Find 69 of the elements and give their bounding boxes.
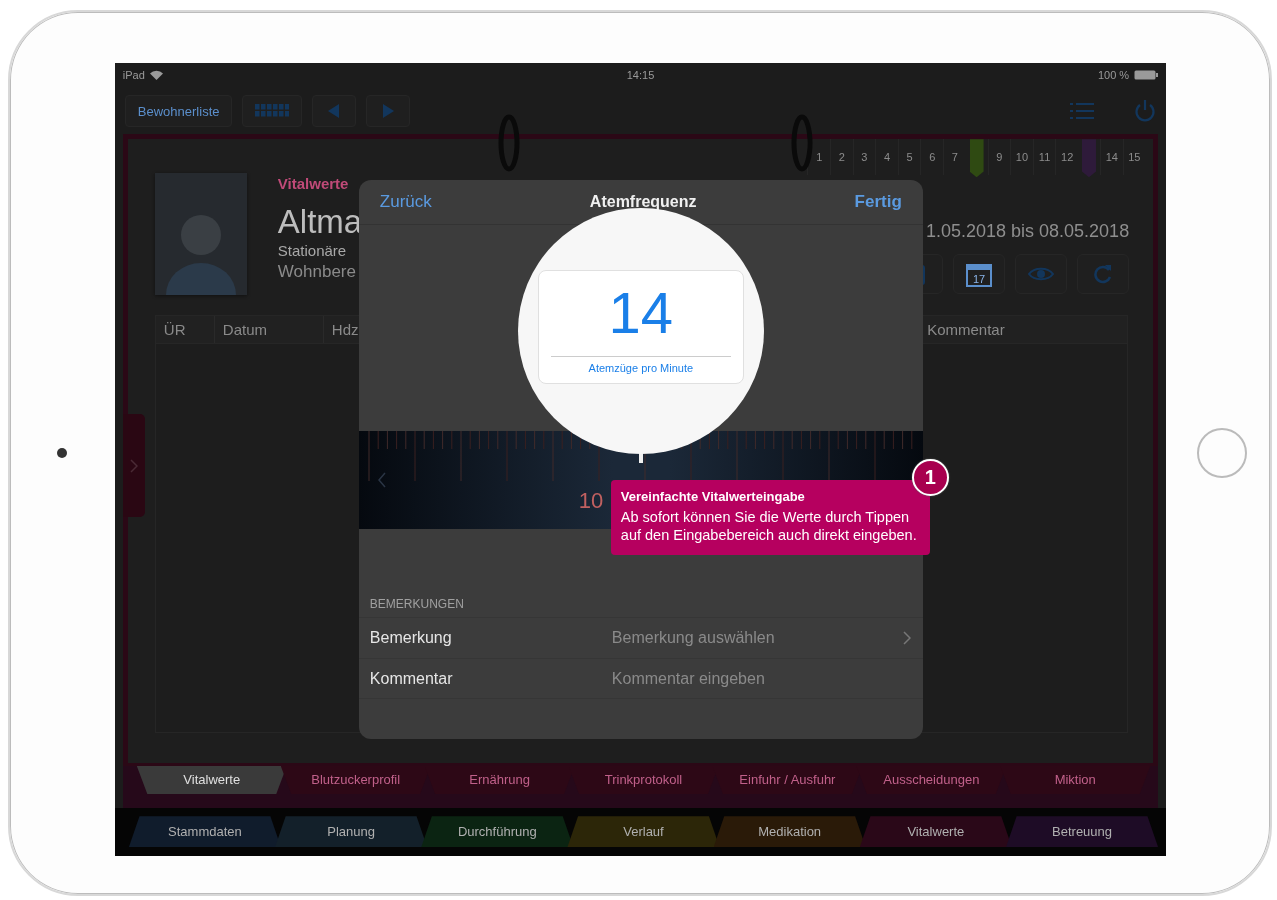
form-row[interactable]: Kommentar Kommentar eingeben — [358, 657, 923, 699]
done-link[interactable]: Fertig — [854, 192, 902, 213]
value-number: 14 — [608, 281, 674, 345]
list-button[interactable] — [1070, 102, 1095, 120]
value-card[interactable]: 14 Atemzüge pro Minute — [537, 270, 744, 384]
day-tab[interactable]: 15 — [1122, 139, 1146, 176]
column-header: ÜR — [155, 316, 215, 344]
residents-list-button[interactable]: Bewohnerliste — [124, 95, 233, 127]
living-area: Wohnbere — [277, 262, 363, 283]
calendar-button[interactable]: 17 — [953, 254, 1006, 295]
day-tab[interactable]: 6 — [920, 139, 943, 176]
scale-number: 10 — [578, 488, 604, 515]
refresh-button[interactable] — [1077, 254, 1130, 295]
camera-dot — [57, 448, 68, 458]
unit-label: Atemzüge pro Minute — [550, 355, 731, 374]
main-tab[interactable]: Betreuung — [1005, 816, 1159, 848]
day-tab[interactable]: 11 — [1032, 139, 1056, 176]
day-tab[interactable]: 5 — [897, 139, 921, 176]
day-tab[interactable]: 10 — [1010, 139, 1033, 176]
section-header: BEMERKUNGEN — [369, 597, 465, 612]
grid-icon — [255, 103, 290, 119]
battery-icon — [1134, 70, 1159, 81]
status-time: 14:15 — [626, 69, 655, 82]
sub-tab[interactable]: Miktion — [1000, 765, 1151, 794]
eye-icon — [1028, 266, 1055, 283]
dialog-title: Atemfrequenz — [589, 193, 697, 212]
chevron-right-icon — [902, 631, 911, 646]
calendar-icon: 17 — [966, 261, 993, 288]
refresh-icon — [1093, 264, 1114, 285]
binder-ring-drawing — [790, 114, 813, 173]
day-bookmark[interactable] — [1081, 139, 1096, 178]
day-tab[interactable]: 2 — [830, 139, 853, 176]
next-button[interactable] — [366, 95, 411, 127]
grid-button[interactable] — [242, 95, 303, 127]
tooltip-title: Vereinfachte Vitalwerteingabe — [620, 489, 806, 504]
day-tab[interactable]: 14 — [1099, 139, 1123, 176]
form-row[interactable]: Bemerkung Bemerkung auswählen — [358, 617, 923, 658]
input-field[interactable]: Bemerkung auswählen — [609, 628, 903, 649]
day-tab[interactable]: 12 — [1055, 139, 1078, 176]
day-tab[interactable]: 3 — [852, 139, 876, 176]
list-icon — [1070, 102, 1095, 120]
chevron-right-icon — [129, 458, 138, 473]
resident-name: Altma — [277, 203, 363, 242]
power-button[interactable] — [1134, 99, 1157, 123]
home-button[interactable] — [1197, 428, 1248, 478]
right-triangle-icon — [382, 104, 395, 118]
input-field[interactable]: Kommentar eingeben — [609, 668, 911, 689]
power-icon — [1134, 99, 1157, 123]
care-type: Stationäre — [277, 242, 348, 260]
day-tab[interactable]: 1 — [807, 139, 831, 176]
binder-ring-drawing — [497, 114, 520, 173]
row-label: Kommentar — [369, 669, 454, 688]
wifi-icon — [149, 70, 163, 81]
day-tab[interactable]: 7 — [943, 139, 966, 176]
eye-button[interactable] — [1015, 254, 1068, 295]
left-triangle-icon — [328, 104, 341, 118]
day-tab[interactable]: 9 — [987, 139, 1011, 176]
tooltip-text: Ab sofort können Sie die Werte durch Tippen auf den Eingabebereich auch direkt eingeben. — [620, 508, 918, 544]
column-header: Datum — [214, 316, 324, 344]
day-bookmark[interactable] — [969, 139, 984, 178]
back-link[interactable]: Zurück — [379, 192, 432, 213]
battery-percent: 100 % — [1097, 69, 1130, 82]
row-label: Bemerkung — [369, 629, 453, 648]
chevron-left-icon — [376, 472, 387, 489]
device-label: iPad — [122, 69, 145, 82]
date-range: 1.05.2018 bis 08.05.2018 — [925, 221, 1130, 243]
section-title: Vitalwerte — [277, 175, 350, 193]
previous-button[interactable] — [312, 95, 357, 127]
day-tab[interactable]: 4 — [875, 139, 898, 176]
